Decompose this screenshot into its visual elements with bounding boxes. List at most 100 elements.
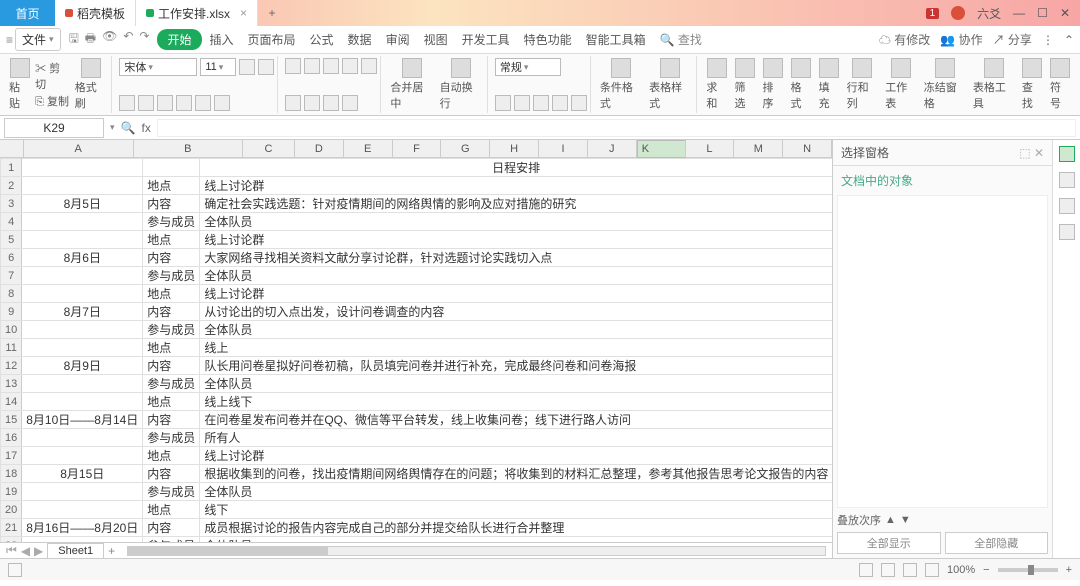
name-box[interactable]: K29 <box>4 118 104 138</box>
menu-pagelayout[interactable]: 页面布局 <box>242 28 302 51</box>
indent-dec-icon[interactable] <box>342 58 358 74</box>
sort-button[interactable]: 排序 <box>761 58 786 111</box>
cell[interactable]: 线上讨论群 <box>200 285 832 303</box>
sidetool-icon[interactable] <box>1059 172 1075 188</box>
cell[interactable]: 全体队员 <box>200 213 832 231</box>
cell[interactable]: 8月6日 <box>22 249 143 267</box>
align-mid-icon[interactable] <box>304 58 320 74</box>
col-E[interactable]: E <box>344 140 393 157</box>
cell[interactable]: 参与成员 <box>143 321 200 339</box>
number-format-select[interactable]: 常规▾ <box>495 58 561 76</box>
decrease-font-icon[interactable] <box>258 59 274 75</box>
view-normal-icon[interactable] <box>859 563 873 577</box>
sheet-tab[interactable]: Sheet1 <box>47 543 104 558</box>
cell[interactable]: 线上线下 <box>200 393 832 411</box>
cell[interactable] <box>22 159 143 177</box>
namebox-dropdown-icon[interactable]: ▾ <box>110 122 115 133</box>
cell[interactable]: 线上讨论群 <box>200 231 832 249</box>
row-header[interactable]: 4 <box>1 213 22 231</box>
symbol-button[interactable]: 符号 <box>1048 58 1073 111</box>
cell[interactable]: 地点 <box>143 285 200 303</box>
row-header[interactable]: 1 <box>1 159 22 177</box>
cell[interactable]: 参与成员 <box>143 429 200 447</box>
zoom-in-icon[interactable]: + <box>1066 564 1072 576</box>
zoom-out-icon[interactable]: − <box>983 564 989 576</box>
cell[interactable]: 参与成员 <box>143 483 200 501</box>
cell[interactable]: 线上讨论群 <box>200 447 832 465</box>
sheet-nav-next-icon[interactable]: ▶ <box>34 544 43 558</box>
sidetool-icon[interactable] <box>1059 224 1075 240</box>
comma-icon[interactable] <box>533 95 549 111</box>
percent-icon[interactable] <box>514 95 530 111</box>
indent-inc-icon[interactable] <box>361 58 377 74</box>
row-header[interactable]: 8 <box>1 285 22 303</box>
tab-home[interactable]: 首页 <box>0 0 55 26</box>
cell[interactable]: 参与成员 <box>143 213 200 231</box>
cell[interactable]: 8月5日 <box>22 195 143 213</box>
print-icon[interactable]: 🖶 <box>85 29 96 50</box>
view-page-icon[interactable] <box>881 563 895 577</box>
rowcol-button[interactable]: 行和列 <box>845 58 881 111</box>
close-button[interactable]: ✕ <box>1060 6 1070 20</box>
hide-all-button[interactable]: 全部隐藏 <box>945 532 1049 554</box>
filter-button[interactable]: 筛选 <box>732 58 757 111</box>
freeze-button[interactable]: 冻结窗格 <box>922 58 968 111</box>
cell[interactable]: 内容 <box>143 249 200 267</box>
row-header[interactable]: 18 <box>1 465 22 483</box>
col-H[interactable]: H <box>490 140 539 157</box>
view-break-icon[interactable] <box>903 563 917 577</box>
menu-smarttools[interactable]: 智能工具箱 <box>580 28 652 51</box>
cell[interactable] <box>22 231 143 249</box>
cell[interactable] <box>143 159 200 177</box>
cell[interactable]: 内容 <box>143 357 200 375</box>
cell[interactable]: 内容 <box>143 195 200 213</box>
cell[interactable] <box>22 429 143 447</box>
zoom-slider[interactable] <box>998 568 1058 572</box>
row-header[interactable]: 7 <box>1 267 22 285</box>
sheet-nav-prev-icon[interactable]: ◀ <box>21 544 30 558</box>
cell[interactable]: 参与成员 <box>143 375 200 393</box>
table-style-button[interactable]: 表格样式 <box>647 58 693 111</box>
format-button[interactable]: 格式 <box>789 58 814 111</box>
menu-review[interactable]: 审阅 <box>380 28 416 51</box>
menu-search[interactable]: 🔍 查找 <box>654 28 708 51</box>
undo-icon[interactable]: ↶ <box>123 29 133 50</box>
tab-template[interactable]: 稻壳模板 <box>55 0 136 26</box>
show-all-button[interactable]: 全部显示 <box>837 532 941 554</box>
menu-special[interactable]: 特色功能 <box>518 28 578 51</box>
horizontal-scrollbar[interactable] <box>127 546 826 556</box>
cell[interactable]: 内容 <box>143 303 200 321</box>
cell[interactable]: 内容 <box>143 519 200 537</box>
fontsize-select[interactable]: 11▾ <box>200 58 236 76</box>
cell[interactable]: 线上讨论群 <box>200 177 832 195</box>
wrap-button[interactable]: 自动换行 <box>438 58 484 111</box>
row-header[interactable]: 15 <box>1 411 22 429</box>
align-right-icon[interactable] <box>323 95 339 111</box>
cell[interactable]: 线下 <box>200 501 832 519</box>
cloud-status[interactable]: ☁ 有修改 <box>879 31 930 48</box>
row-header[interactable]: 11 <box>1 339 22 357</box>
cell[interactable] <box>22 267 143 285</box>
copy-button[interactable]: ⎘ 复制 <box>35 93 70 109</box>
redo-icon[interactable]: ↷ <box>139 29 149 50</box>
col-D[interactable]: D <box>295 140 344 157</box>
font-select[interactable]: 宋体▾ <box>119 58 197 76</box>
fontcolor-icon[interactable] <box>214 95 230 111</box>
col-C[interactable]: C <box>243 140 295 157</box>
save-icon[interactable]: 🖫 <box>69 29 79 50</box>
col-K[interactable]: K <box>637 140 686 158</box>
align-top-icon[interactable] <box>285 58 301 74</box>
dec-inc-icon[interactable] <box>552 95 568 111</box>
menu-file[interactable]: 文件▾ <box>15 28 61 51</box>
cell[interactable]: 全体队员 <box>200 483 832 501</box>
orientation-icon[interactable] <box>342 95 358 111</box>
bring-forward-icon[interactable]: ▲ <box>885 514 896 526</box>
paste-button[interactable]: 粘贴 <box>7 58 32 111</box>
menu-formula[interactable]: 公式 <box>304 28 340 51</box>
cell[interactable]: 地点 <box>143 177 200 195</box>
cell[interactable] <box>22 339 143 357</box>
sheet-nav-first-icon[interactable]: ⏮ <box>6 543 17 558</box>
cell[interactable]: 根据收集到的问卷，找出疫情期间网络舆情存在的问题；将收集到的材料汇总整理，参考其… <box>200 465 832 483</box>
row-header[interactable]: 10 <box>1 321 22 339</box>
fillcolor-icon[interactable] <box>195 95 211 111</box>
